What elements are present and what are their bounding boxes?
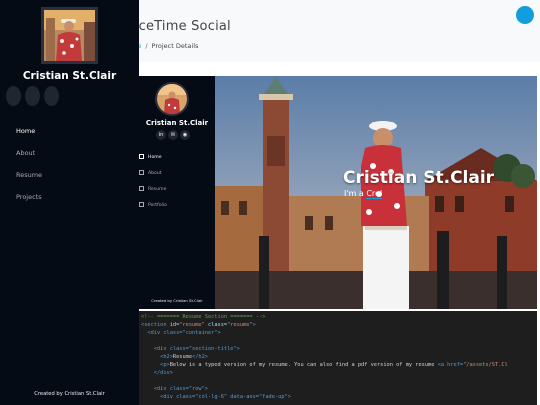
code-line: <h2>Resume</h2> [141, 354, 208, 360]
sidebar-footer: Created by Cristian St.Clair [34, 391, 105, 397]
social-link-icon[interactable] [6, 86, 21, 106]
code-line: <section id="resume" class="resume"> [141, 322, 256, 328]
breadcrumb-current: Project Details [151, 42, 199, 50]
breadcrumb-separator: / [145, 42, 148, 50]
code-line: <!-- ======= Resume Section ======= --> [141, 314, 266, 320]
nav-projects[interactable]: Projects [16, 193, 42, 201]
preview-nav-resume: Resume [139, 186, 166, 192]
preview-nav-portfolio: Portfolio [139, 202, 167, 208]
nav-about[interactable]: About [16, 149, 35, 157]
nav-home[interactable]: Home [16, 127, 35, 135]
preview-hero: Cristian St.Clair I'm a Crel [215, 76, 537, 309]
sidebar: Cristian St.Clair Home About Resume Proj… [0, 0, 139, 405]
profile-photo [41, 7, 98, 64]
linkedin-icon: in [156, 130, 166, 140]
preview-profile-name: Cristian St.Clair [145, 119, 209, 127]
code-snippet: <!-- ======= Resume Section ======= --> … [139, 311, 537, 405]
project-preview-image: Cristian St.Clair in ✉ ◉ Home About Resu… [139, 76, 537, 309]
email-icon: ✉ [168, 130, 178, 140]
breadcrumb: me/Project Details [131, 42, 198, 50]
social-link-icon[interactable] [44, 86, 59, 106]
preview-footer: Created by Cristian St.Clair [151, 298, 203, 303]
user-icon [139, 170, 144, 175]
preview-sidebar: Cristian St.Clair in ✉ ◉ Home About Resu… [139, 76, 215, 309]
book-icon [139, 202, 144, 207]
code-line: <div class="section-title"> [141, 346, 240, 352]
preview-avatar [155, 82, 189, 116]
menu-toggle-button[interactable] [516, 6, 534, 24]
home-icon [139, 154, 144, 159]
preview-nav-home: Home [139, 154, 162, 160]
file-icon [139, 186, 144, 191]
code-line: <p>Below is a typed version of my resume… [141, 362, 508, 368]
code-line: <div class="container"> [141, 330, 221, 336]
preview-nav-about: About [139, 170, 162, 176]
hero-title: Cristian St.Clair [343, 168, 495, 188]
hero-subtitle: I'm a Crel [344, 189, 383, 199]
code-line: <div class="row"> [141, 386, 208, 392]
profile-name: Cristian St.Clair [22, 70, 117, 82]
github-icon: ◉ [180, 130, 190, 140]
code-line: <div class="col-lg-6" data-aos="fade-up"… [141, 394, 291, 400]
social-link-icon[interactable] [25, 86, 40, 106]
code-line: </div> [141, 370, 173, 376]
nav-resume[interactable]: Resume [16, 171, 42, 179]
